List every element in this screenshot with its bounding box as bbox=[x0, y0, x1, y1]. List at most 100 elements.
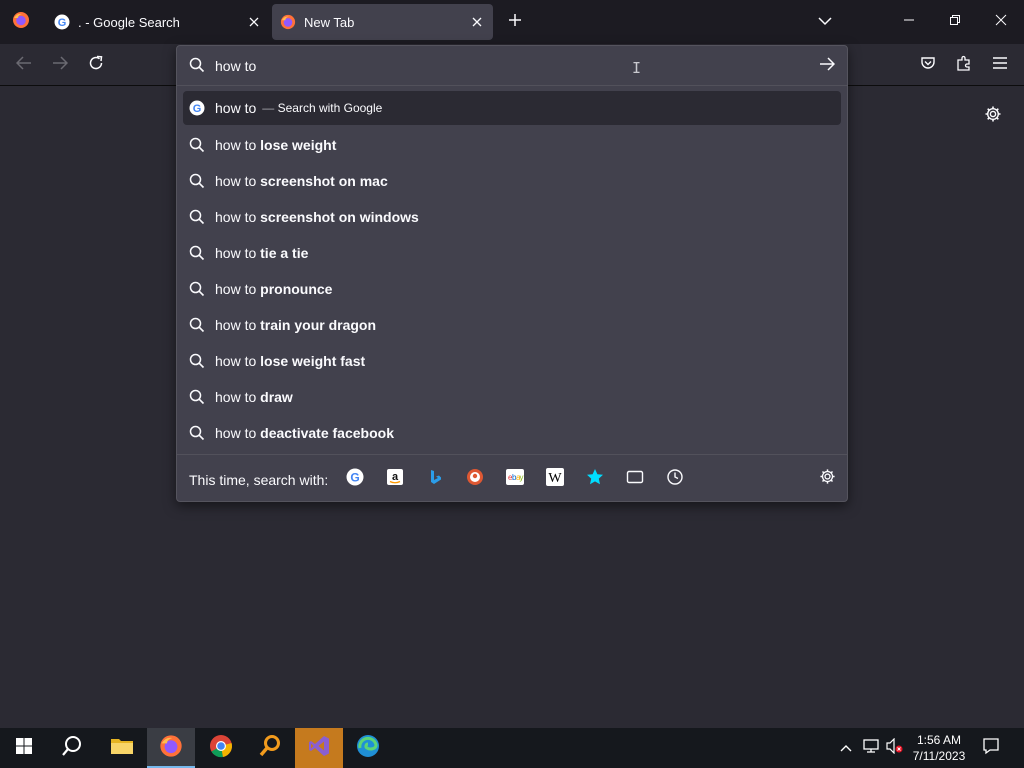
engine-wikipedia-button[interactable]: W bbox=[545, 467, 565, 491]
clock-date: 7/11/2023 bbox=[912, 749, 966, 763]
urlbar: I bbox=[177, 46, 847, 86]
chrome-taskbar-button[interactable] bbox=[197, 728, 245, 768]
back-button[interactable] bbox=[10, 51, 38, 79]
suggestion-prefix: how to bbox=[215, 281, 261, 297]
suggestion-item[interactable]: how to lose weight fast bbox=[183, 343, 841, 379]
show-hidden-icons-button[interactable] bbox=[838, 740, 854, 756]
close-tab-button[interactable] bbox=[242, 10, 266, 34]
engine-google-button[interactable]: G bbox=[345, 468, 365, 491]
suggestion-completion: pronounce bbox=[260, 281, 333, 297]
text-cursor-icon: I bbox=[632, 59, 642, 77]
search-settings-button[interactable] bbox=[817, 469, 837, 489]
system-clock[interactable]: 1:56 AM 7/11/2023 bbox=[908, 732, 970, 764]
firefox-icon bbox=[280, 14, 296, 30]
reload-icon bbox=[88, 55, 104, 76]
tab-new-tab[interactable]: New Tab bbox=[272, 4, 493, 40]
go-button[interactable] bbox=[815, 54, 839, 78]
search-icon bbox=[189, 317, 205, 333]
svg-text:W: W bbox=[548, 471, 562, 486]
wikipedia-icon: W bbox=[546, 467, 564, 491]
google-icon: G bbox=[54, 14, 70, 30]
history-search-button[interactable] bbox=[665, 468, 685, 491]
list-all-tabs-button[interactable] bbox=[812, 9, 838, 35]
chevron-up-icon bbox=[840, 739, 852, 757]
windows-icon bbox=[15, 737, 33, 760]
network-icon bbox=[863, 738, 879, 758]
suggestion-item[interactable]: how to deactivate facebook bbox=[183, 415, 841, 451]
tab-title: New Tab bbox=[304, 14, 355, 30]
app-menu-button[interactable] bbox=[986, 51, 1014, 79]
volume-button[interactable] bbox=[886, 737, 904, 759]
edge-icon bbox=[356, 734, 380, 763]
restore-button[interactable] bbox=[932, 0, 978, 44]
suggestion-prefix: how to bbox=[215, 353, 261, 369]
gear-icon bbox=[819, 468, 836, 490]
newtab-settings-button[interactable] bbox=[982, 105, 1004, 127]
suggestion-completion: draw bbox=[260, 389, 293, 405]
network-button[interactable] bbox=[862, 738, 880, 758]
tab-icon bbox=[626, 468, 644, 491]
firefox-view-button[interactable] bbox=[0, 0, 42, 44]
edge-taskbar-button[interactable] bbox=[344, 728, 392, 768]
search-taskbar-button[interactable] bbox=[48, 728, 96, 768]
urlbar-input[interactable] bbox=[215, 56, 775, 76]
google-icon: G bbox=[346, 468, 364, 491]
suggestion-item[interactable]: how to screenshot on mac bbox=[183, 163, 841, 199]
bing-icon bbox=[426, 468, 444, 491]
suggestion-item[interactable]: how to lose weight bbox=[183, 127, 841, 163]
suggestion-item[interactable]: how to pronounce bbox=[183, 271, 841, 307]
firefox-icon bbox=[12, 11, 30, 34]
suggestion-completion: train your dragon bbox=[260, 317, 377, 333]
search-icon bbox=[189, 281, 205, 297]
engine-ebay-button[interactable]: ebay bbox=[505, 468, 525, 489]
new-tab-button[interactable] bbox=[502, 9, 528, 35]
suggestion-completion: deactivate facebook bbox=[260, 425, 394, 441]
start-button[interactable] bbox=[0, 728, 48, 768]
visual-studio-button[interactable] bbox=[295, 728, 343, 768]
suggestion-completion: tie a tie bbox=[260, 245, 309, 261]
hamburger-icon bbox=[993, 56, 1007, 74]
puzzle-icon bbox=[956, 55, 972, 76]
svg-text:G: G bbox=[193, 103, 202, 115]
windows-taskbar: 1:56 AM 7/11/2023 bbox=[0, 728, 1024, 768]
suggestion-prefix: how to bbox=[215, 209, 261, 225]
chevron-down-icon bbox=[818, 13, 832, 31]
suggestion-item[interactable]: how to screenshot on windows bbox=[183, 199, 841, 235]
suggestion-text: how to bbox=[215, 100, 257, 116]
arrow-right-icon bbox=[52, 55, 69, 75]
firefox-taskbar-button[interactable] bbox=[147, 728, 195, 768]
notifications-button[interactable] bbox=[978, 736, 1004, 760]
suggestion-item[interactable]: how to draw bbox=[183, 379, 841, 415]
pocket-button[interactable] bbox=[914, 51, 942, 79]
minimize-button[interactable] bbox=[886, 0, 932, 44]
amazon-icon: a bbox=[386, 468, 404, 491]
close-tab-button[interactable] bbox=[465, 10, 489, 34]
suggestion-item[interactable]: how to train your dragon bbox=[183, 307, 841, 343]
engine-bing-button[interactable] bbox=[425, 469, 445, 489]
search-icon bbox=[189, 425, 205, 441]
clock-icon bbox=[666, 468, 684, 491]
forward-button[interactable] bbox=[46, 51, 74, 79]
bookmarks-search-button[interactable] bbox=[585, 468, 605, 489]
tabs-search-button[interactable] bbox=[625, 469, 645, 489]
suggestion-prefix: how to bbox=[215, 173, 261, 189]
extensions-button[interactable] bbox=[950, 51, 978, 79]
suggestion-prefix: how to bbox=[215, 425, 261, 441]
reload-button[interactable] bbox=[82, 51, 110, 79]
suggestion-search-with-google[interactable]: G how to — Search with Google bbox=[183, 91, 841, 125]
volume-muted-icon bbox=[886, 737, 904, 759]
suggestion-completion: lose weight fast bbox=[260, 353, 366, 369]
file-explorer-button[interactable] bbox=[98, 728, 146, 768]
magnifier-app-button[interactable] bbox=[246, 728, 294, 768]
engine-amazon-button[interactable]: a bbox=[385, 468, 405, 491]
close-window-button[interactable] bbox=[978, 0, 1024, 44]
suggestion-item[interactable]: how to tie a tie bbox=[183, 235, 841, 271]
gear-icon bbox=[984, 105, 1002, 128]
tab-google-search[interactable]: G . - Google Search bbox=[44, 4, 270, 40]
search-icon bbox=[189, 209, 205, 225]
engine-duckduckgo-button[interactable] bbox=[465, 468, 485, 489]
tab-strip: G . - Google Search New Tab bbox=[0, 0, 1024, 44]
close-icon bbox=[995, 13, 1007, 31]
arrow-left-icon bbox=[15, 55, 32, 75]
search-icon bbox=[189, 57, 205, 78]
